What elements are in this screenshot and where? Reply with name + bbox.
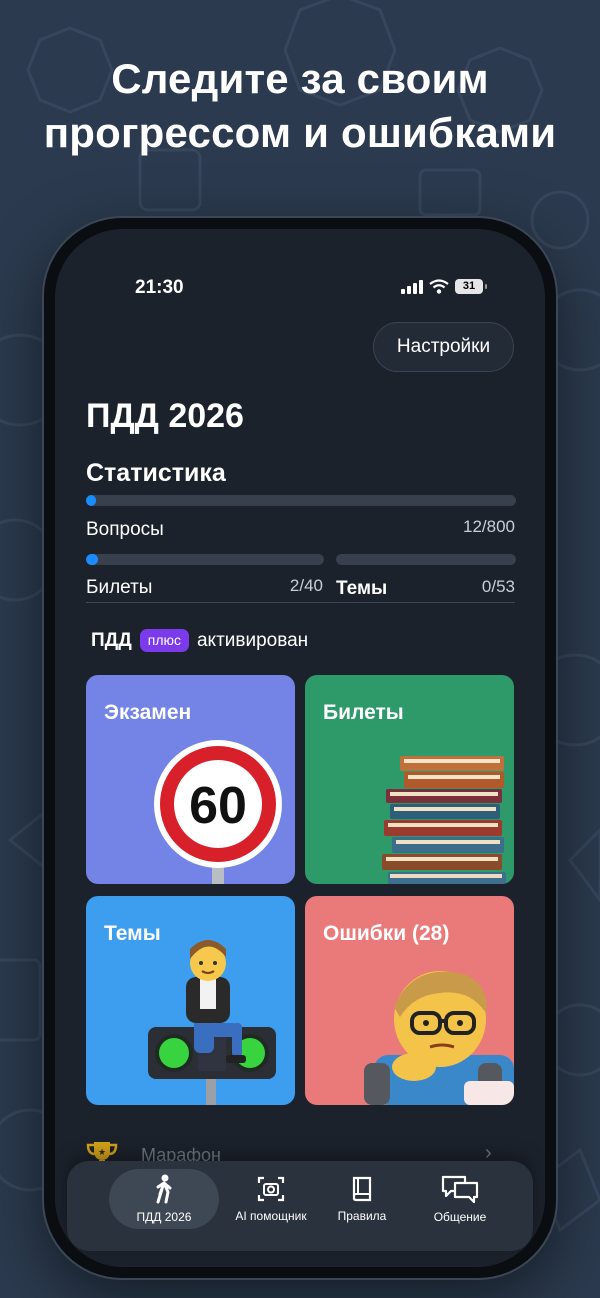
subscription-status-text: активирован [196,629,309,651]
walking-person-icon [156,1174,172,1204]
app-screen: 21:30 31 Настройки ПДД 2026 Статистика В… [55,229,545,1267]
status-time: 21:30 [135,277,184,298]
tab-rules-label: Правила [337,1209,387,1223]
questions-progress-fill [86,495,96,506]
tickets-label: Билеты [86,577,153,598]
studying-person-icon [364,971,514,1105]
tab-community[interactable]: Общение [405,1169,515,1229]
questions-progress-bar [86,495,516,506]
battery-icon: 31 [455,279,487,294]
tickets-card-title: Билеты [323,701,404,724]
tab-ai-assistant-label: AI помощник [235,1209,307,1223]
exam-card-title: Экзамен [104,701,192,724]
book-icon [352,1176,372,1202]
status-icons: 31 [401,279,487,294]
tickets-card[interactable]: Билеты [305,675,514,884]
statistics-title: Статистика [86,459,226,487]
tab-pdd-2026-label: ПДД 2026 [136,1210,192,1224]
tickets-count: 2/40 [289,576,323,595]
plus-badge: плюс [139,629,189,652]
phone-frame: 21:30 31 Настройки ПДД 2026 Статистика В… [44,218,556,1278]
tickets-progress-bar [86,554,324,565]
signal-icon [401,279,423,294]
tickets-progress-fill [86,554,98,565]
tab-pdd-2026[interactable]: ПДД 2026 [109,1169,219,1229]
tab-rules[interactable]: Правила [307,1169,417,1229]
subscription-prefix: ПДД [91,629,132,651]
topics-label: Темы [336,578,388,599]
wifi-icon [429,279,449,294]
person-on-traffic-light-icon [148,940,276,1105]
questions-count: 12/800 [463,517,515,536]
topics-progress-bar [336,554,516,565]
topics-card[interactable]: Темы [86,896,295,1105]
topics-count: 0/53 [481,577,515,596]
questions-label: Вопросы [86,519,164,540]
tab-bar: ПДД 2026 AI помощник Правила Общение [67,1161,533,1251]
divider [86,602,515,603]
settings-button[interactable]: Настройки [373,322,514,372]
promo-headline-line2: прогрессом и ошибками [43,109,557,156]
subscription-status: ПДД плюс активирован [91,629,308,652]
svg-text:★: ★ [98,1148,106,1158]
app-title: ПДД 2026 [86,397,244,435]
speed-limit-value: 60 [189,777,247,835]
promo-headline-line1: Следите за своим [111,55,489,102]
tab-community-label: Общение [433,1210,487,1224]
exam-card[interactable]: Экзамен 60 [86,675,295,884]
camera-scan-icon [257,1176,285,1202]
mistakes-card-title: Ошибки (28) [323,922,450,945]
chat-bubbles-icon [441,1175,479,1204]
promo-headline: Следите за своим прогрессом и ошибками [0,52,600,160]
book-stack-icon [382,756,506,884]
speed-limit-60-sign-icon: 60 [154,740,282,884]
mistakes-card[interactable]: Ошибки (28) [305,896,514,1105]
